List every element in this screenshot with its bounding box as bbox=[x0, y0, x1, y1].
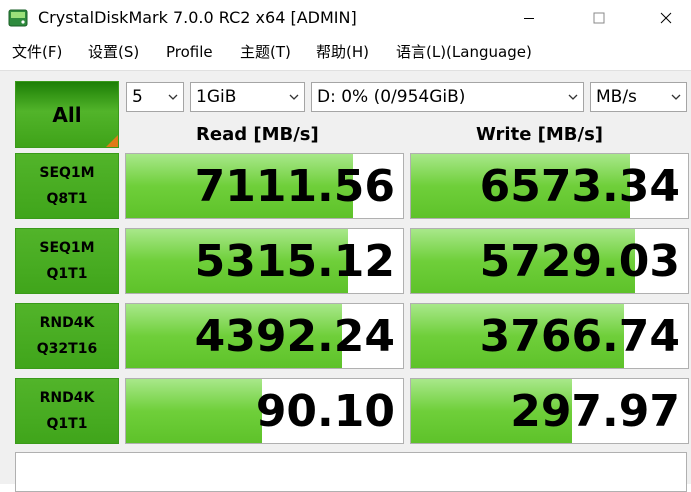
test-size-select[interactable]: 1GiB bbox=[190, 82, 305, 112]
chevron-down-icon bbox=[289, 94, 299, 100]
chevron-down-icon bbox=[168, 94, 178, 100]
test-label-line1: SEQ1M bbox=[39, 240, 95, 256]
test-count-value: 5 bbox=[132, 87, 143, 107]
menu-profile[interactable]: Profile bbox=[166, 42, 213, 62]
menu-help[interactable]: 帮助(H) bbox=[316, 42, 369, 62]
menu-file[interactable]: 文件(F) bbox=[12, 42, 62, 62]
chevron-down-icon bbox=[568, 94, 578, 100]
read-result-cell: 5315.12 bbox=[125, 228, 404, 294]
menu-theme[interactable]: 主题(T) bbox=[240, 42, 291, 62]
write-result-value: 5729.03 bbox=[479, 236, 680, 287]
drive-select[interactable]: D: 0% (0/954GiB) bbox=[311, 82, 584, 112]
write-column-header: Write [MB/s] bbox=[476, 124, 604, 145]
read-column-header: Read [MB/s] bbox=[196, 124, 319, 145]
test-button-rnd4k-q32t16[interactable]: RND4K Q32T16 bbox=[15, 303, 119, 369]
test-count-select[interactable]: 5 bbox=[126, 82, 184, 112]
test-button-rnd4k-q1t1[interactable]: RND4K Q1T1 bbox=[15, 378, 119, 444]
test-button-seq1m-q1t1[interactable]: SEQ1M Q1T1 bbox=[15, 228, 119, 294]
read-result-cell: 4392.24 bbox=[125, 303, 404, 369]
window-title: CrystalDiskMark 7.0.0 RC2 x64 [ADMIN] bbox=[38, 8, 357, 27]
test-label-line2: Q8T1 bbox=[46, 191, 88, 207]
close-button[interactable] bbox=[643, 3, 689, 33]
write-result-value: 6573.34 bbox=[479, 161, 680, 212]
menu-language[interactable]: 语言(L)(Language) bbox=[396, 42, 532, 62]
write-result-cell: 6573.34 bbox=[410, 153, 689, 219]
minimize-icon bbox=[524, 18, 534, 19]
unit-value: MB/s bbox=[596, 87, 637, 107]
unit-select[interactable]: MB/s bbox=[590, 82, 687, 112]
run-all-button[interactable]: All bbox=[15, 81, 119, 148]
read-result-value: 90.10 bbox=[255, 386, 395, 437]
test-label-line1: RND4K bbox=[39, 390, 95, 406]
read-result-value: 4392.24 bbox=[194, 311, 395, 362]
test-label-line2: Q1T1 bbox=[46, 266, 88, 282]
app-disk-icon bbox=[8, 9, 28, 27]
write-result-value: 3766.74 bbox=[479, 311, 680, 362]
close-icon bbox=[660, 12, 672, 24]
read-result-value: 7111.56 bbox=[194, 161, 395, 212]
read-result-cell: 7111.56 bbox=[125, 153, 404, 219]
test-size-value: 1GiB bbox=[196, 87, 237, 107]
maximize-button[interactable] bbox=[576, 3, 622, 33]
read-result-bar bbox=[126, 379, 262, 443]
read-result-value: 5315.12 bbox=[194, 236, 395, 287]
write-result-cell: 297.97 bbox=[410, 378, 689, 444]
comment-input[interactable] bbox=[15, 452, 687, 492]
chevron-down-icon bbox=[671, 94, 681, 100]
drive-value: D: 0% (0/954GiB) bbox=[317, 87, 466, 107]
menu-bar: 文件(F) 设置(S) Profile 主题(T) 帮助(H) 语言(L)(La… bbox=[0, 38, 691, 66]
corner-marker bbox=[106, 135, 118, 147]
run-all-label: All bbox=[52, 102, 82, 127]
write-result-cell: 3766.74 bbox=[410, 303, 689, 369]
write-result-value: 297.97 bbox=[510, 386, 680, 437]
main-panel: All 5 1GiB D: 0% (0/954GiB) MB/s Read [M… bbox=[0, 70, 691, 492]
test-label-line2: Q1T1 bbox=[46, 416, 88, 432]
menu-settings[interactable]: 设置(S) bbox=[88, 42, 139, 62]
read-result-cell: 90.10 bbox=[125, 378, 404, 444]
maximize-icon bbox=[593, 12, 605, 24]
title-bar: CrystalDiskMark 7.0.0 RC2 x64 [ADMIN] bbox=[0, 0, 691, 36]
write-result-cell: 5729.03 bbox=[410, 228, 689, 294]
test-label-line1: RND4K bbox=[39, 315, 95, 331]
test-label-line1: SEQ1M bbox=[39, 165, 95, 181]
minimize-button[interactable] bbox=[506, 3, 552, 33]
test-label-line2: Q32T16 bbox=[36, 341, 98, 357]
test-button-seq1m-q8t1[interactable]: SEQ1M Q8T1 bbox=[15, 153, 119, 219]
